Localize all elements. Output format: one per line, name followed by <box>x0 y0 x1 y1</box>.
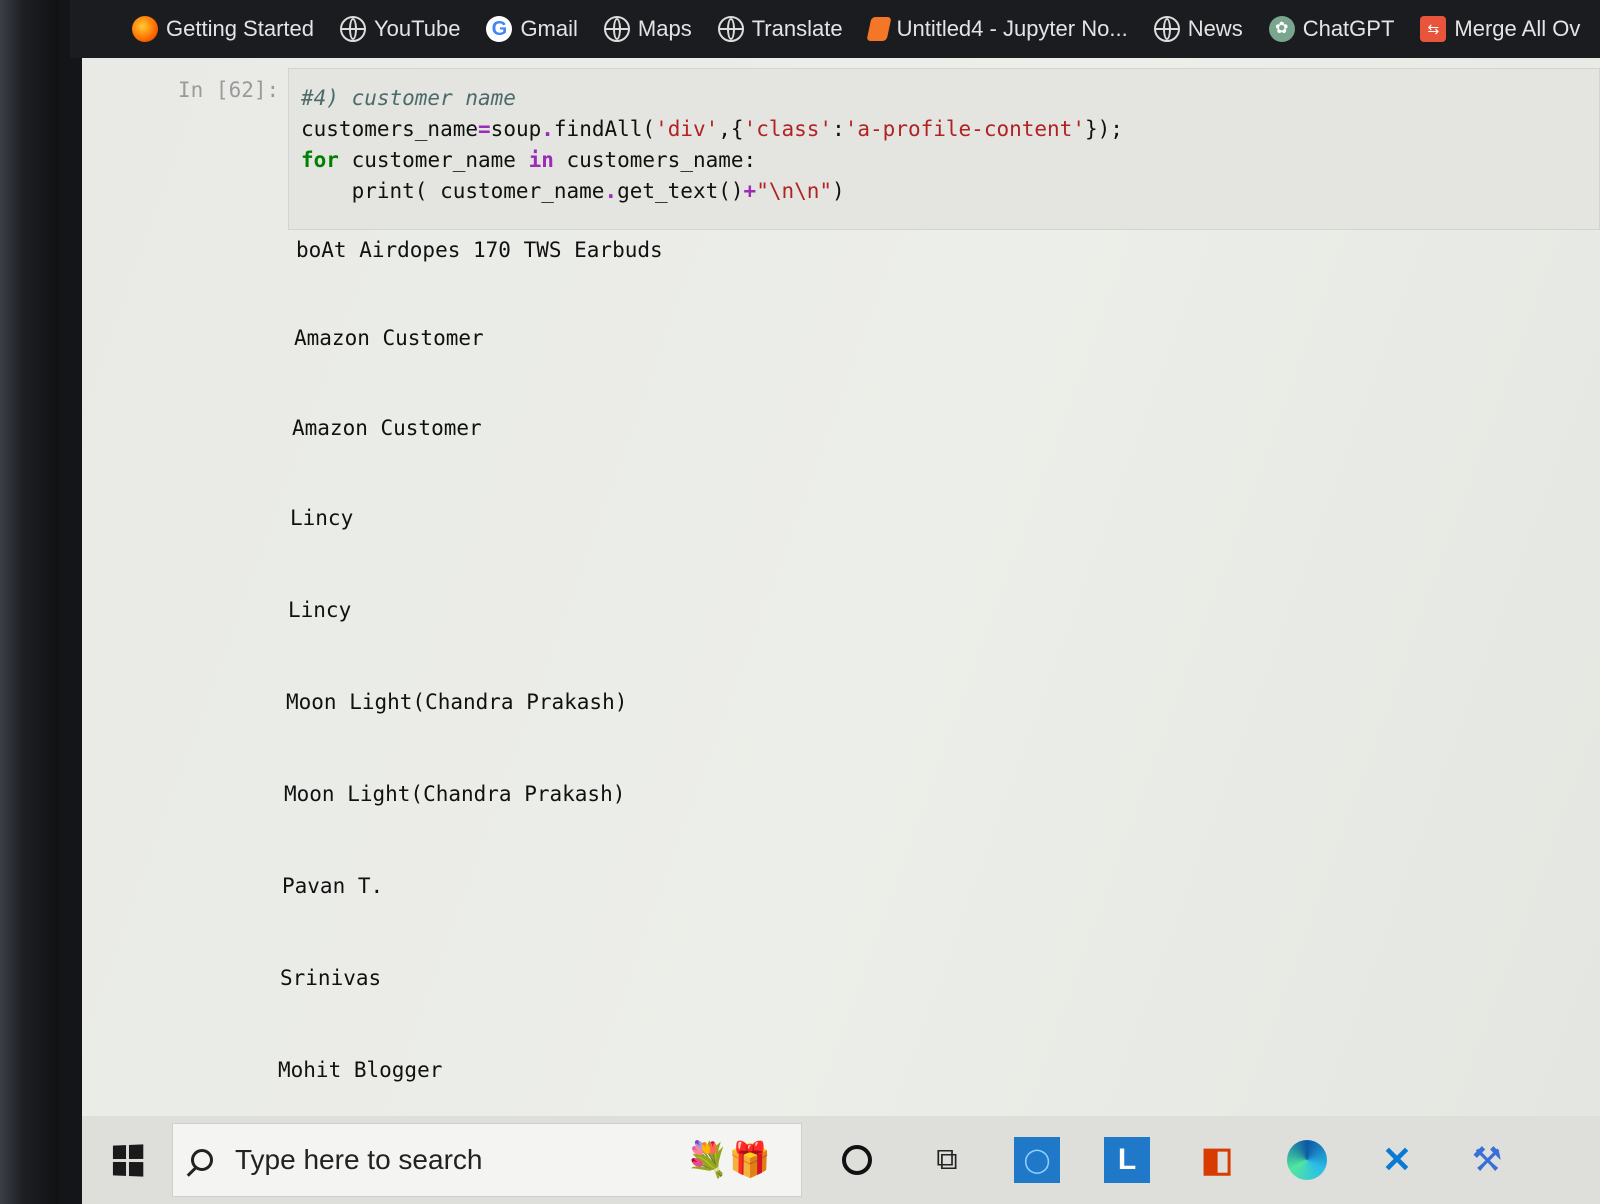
cell-prompt: In [62]: <box>178 78 280 102</box>
bookmark-label: YouTube <box>373 16 461 41</box>
desk-background <box>0 0 58 1204</box>
app-blue-icon[interactable]: ◯ <box>1014 1137 1060 1183</box>
globe-icon <box>603 16 630 42</box>
bookmarks-bar: Getting Started YouTube G Gmail Maps Tra… <box>70 0 1600 58</box>
code-token: . <box>604 179 618 203</box>
jupyter-icon <box>866 17 892 41</box>
output-line: Lincy <box>290 506 354 530</box>
code-token: get_text() <box>617 179 744 203</box>
taskbar-search[interactable]: Type here to search 💐🎁 <box>172 1123 802 1197</box>
code-token: : <box>832 117 845 141</box>
merge-icon: ⇆ <box>1420 16 1447 42</box>
bookmark-label: Translate <box>751 16 843 41</box>
taskbar-apps: ⧉ ◯ L ◧ ✕ ⚒ <box>834 1137 1510 1183</box>
output-line: Amazon Customer <box>292 416 482 440</box>
output-line: Mohit Blogger <box>278 1058 443 1082</box>
vscode-icon[interactable]: ✕ <box>1374 1137 1420 1183</box>
code-keyword: in <box>528 148 554 172</box>
bookmark-getting-started[interactable]: Getting Started <box>132 16 314 42</box>
globe-icon <box>717 16 744 42</box>
code-token: print( customer_name <box>301 179 605 203</box>
code-comment: #4) customer name <box>301 86 516 110</box>
google-icon: G <box>486 16 513 42</box>
edge-button[interactable] <box>1284 1137 1330 1183</box>
bookmark-label: Gmail <box>520 16 578 41</box>
cortana-icon <box>842 1145 872 1175</box>
bookmark-label: Untitled4 - Jupyter No... <box>896 16 1128 41</box>
taskbar: Type here to search 💐🎁 ⧉ ◯ L ◧ ✕ ⚒ <box>82 1116 1600 1204</box>
bookmark-label: News <box>1187 16 1243 41</box>
bookmark-translate[interactable]: Translate <box>717 16 843 42</box>
bookmark-label: ChatGPT <box>1302 16 1395 41</box>
bookmark-label: Getting Started <box>166 16 314 41</box>
search-icon <box>191 1149 213 1171</box>
code-token: + <box>743 179 757 203</box>
output-line: boAt Airdopes 170 TWS Earbuds <box>296 238 663 262</box>
bookmark-gmail[interactable]: G Gmail <box>486 16 578 42</box>
code-token: soup <box>490 117 542 141</box>
code-token: findAll( <box>553 117 656 141</box>
bookmark-maps[interactable]: Maps <box>603 16 692 42</box>
output-line: Moon Light(Chandra Prakash) <box>286 690 628 714</box>
notebook-area: In [62]: #4) customer name customers_nam… <box>82 58 1600 1116</box>
code-string: "\n\n" <box>756 179 833 203</box>
output-line: Srinivas <box>280 966 382 990</box>
output-line: Pavan T. <box>282 874 384 898</box>
code-string: 'div' <box>655 117 719 141</box>
code-token: customers_name <box>301 117 479 141</box>
bookmark-label: Maps <box>637 16 692 41</box>
bookmark-chatgpt[interactable]: ✿ ChatGPT <box>1268 16 1395 42</box>
flowers-gift-icon: 💐🎁 <box>686 1141 771 1179</box>
firefox-icon <box>132 16 158 42</box>
output-line: Moon Light(Chandra Prakash) <box>284 782 626 806</box>
bookmark-label: Merge All Ov <box>1454 16 1581 41</box>
edge-icon <box>1287 1140 1327 1180</box>
code-token: customer_name <box>338 148 529 172</box>
cortana-button[interactable] <box>834 1137 880 1183</box>
code-token: = <box>478 117 491 141</box>
office-icon[interactable]: ◧ <box>1194 1137 1240 1183</box>
bookmark-news[interactable]: News <box>1153 16 1243 42</box>
output-line: Lincy <box>288 598 352 622</box>
output-line: Amazon Customer <box>294 326 484 350</box>
windows-icon <box>112 1143 143 1177</box>
code-cell[interactable]: #4) customer name customers_name=soup.fi… <box>288 68 1600 230</box>
bookmark-merge[interactable]: ⇆ Merge All Ov <box>1420 16 1580 42</box>
code-string: 'class' <box>743 117 833 141</box>
task-view-icon[interactable]: ⧉ <box>924 1137 970 1183</box>
app-l-icon[interactable]: L <box>1104 1137 1150 1183</box>
code-token: . <box>541 117 554 141</box>
code-token: }); <box>1084 117 1123 141</box>
code-keyword: for <box>301 148 339 172</box>
search-placeholder: Type here to search <box>235 1144 483 1175</box>
code-token: customers_name: <box>553 148 757 172</box>
start-button[interactable] <box>82 1116 172 1204</box>
globe-icon <box>339 16 366 42</box>
tool-icon[interactable]: ⚒ <box>1464 1137 1510 1183</box>
bookmark-youtube[interactable]: YouTube <box>339 16 461 42</box>
bookmark-jupyter[interactable]: Untitled4 - Jupyter No... <box>866 16 1128 42</box>
chatgpt-icon: ✿ <box>1268 16 1295 42</box>
globe-icon <box>1153 16 1180 42</box>
code-token: ) <box>832 179 845 203</box>
code-string: 'a-profile-content' <box>844 117 1085 141</box>
code-token: ,{ <box>718 117 744 141</box>
